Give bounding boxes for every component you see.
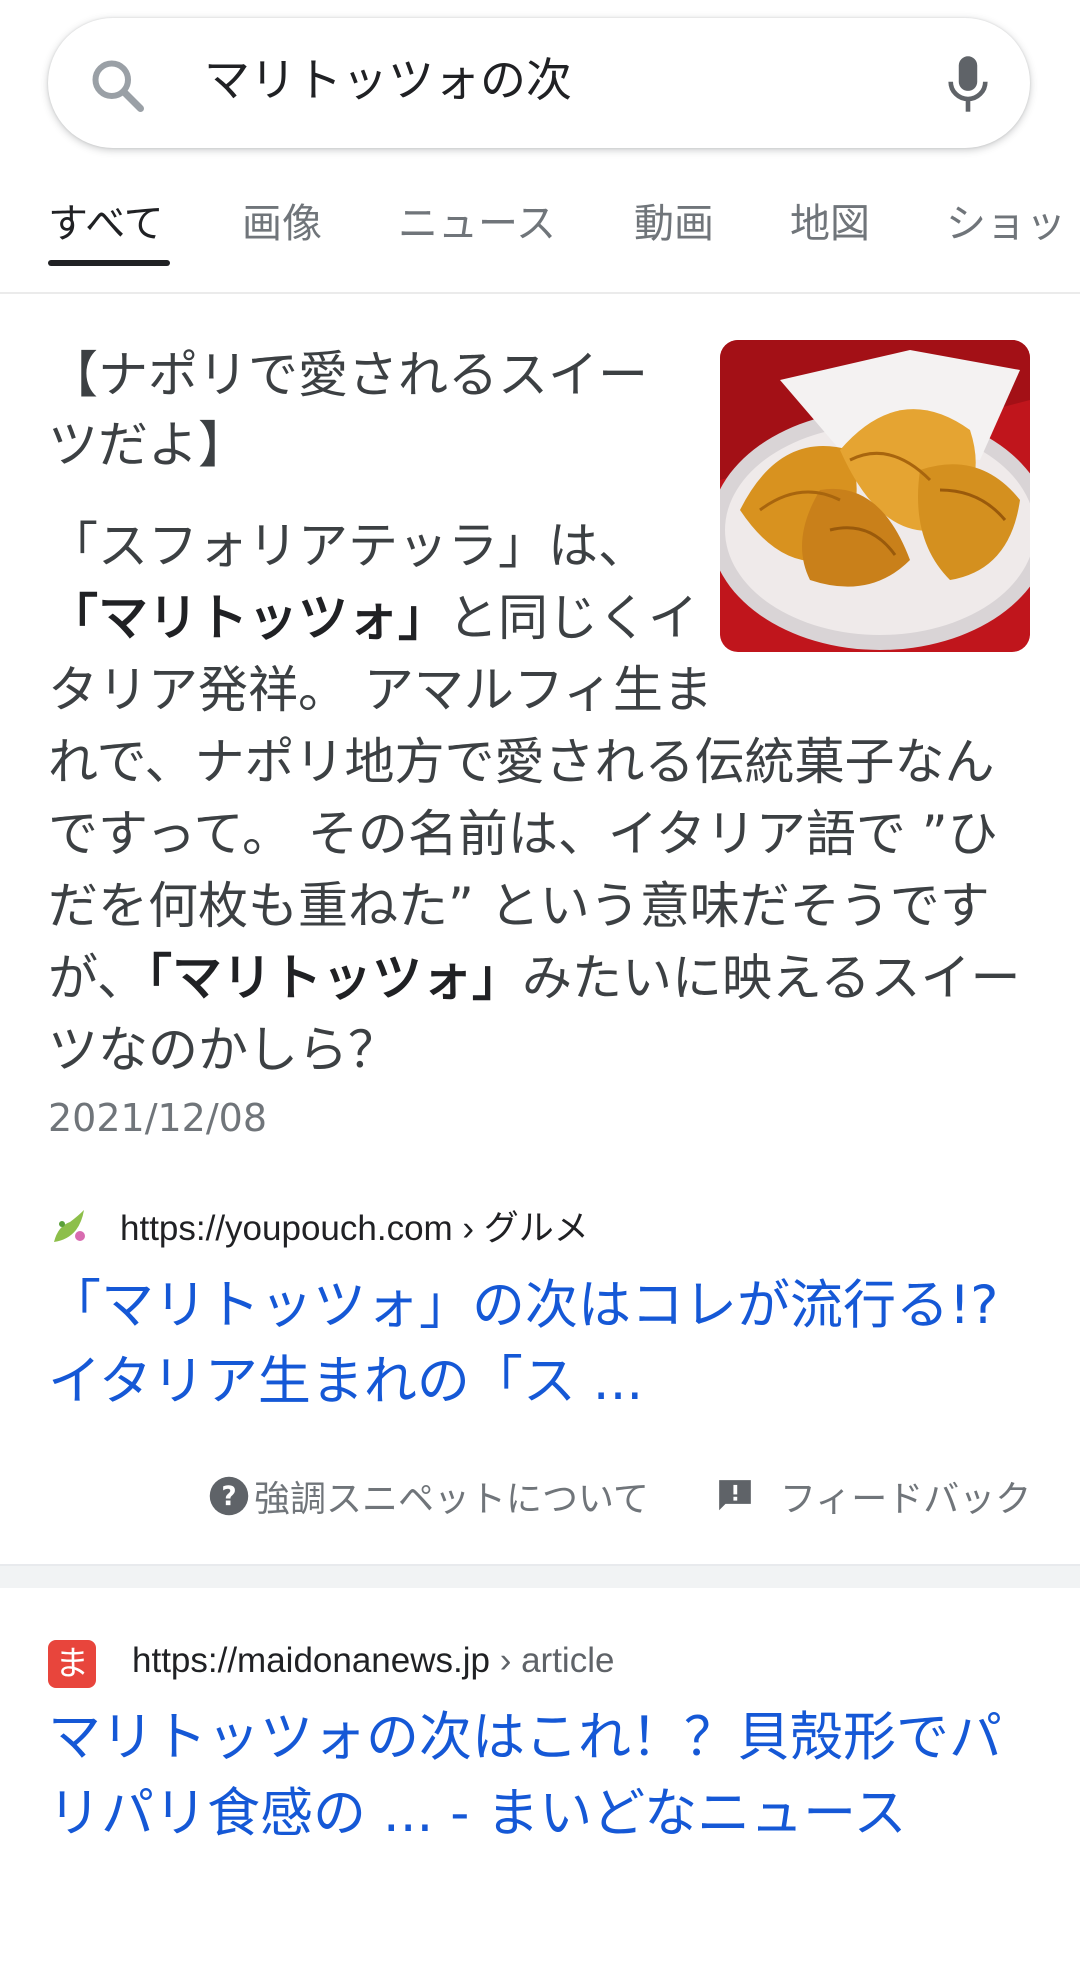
help-icon: ? xyxy=(209,1476,249,1516)
snippet-text: 「スフォリアテッラ」は、 xyxy=(48,517,648,575)
result-title-link[interactable]: 「マリトッツォ」の次はコレが流行る!? イタリア生まれの「ス ... xyxy=(48,1268,1038,1420)
snippet-bold-text: 「マリトッツォ」 xyxy=(48,589,448,647)
snippet-date: 2021/12/08 xyxy=(48,1096,268,1140)
result-source-url[interactable]: https://youpouch.com › グルメ xyxy=(120,1204,589,1254)
about-featured-snippets[interactable]: ? 強調スニペットについて xyxy=(208,1466,649,1526)
svg-text:?: ? xyxy=(221,1482,236,1512)
feedback-icon xyxy=(719,1480,751,1511)
active-tab-indicator xyxy=(48,260,170,266)
snippet-heading: 【ナポリで愛されるスイーツだよ】 xyxy=(48,346,648,474)
youpouch-favicon-icon xyxy=(54,1210,85,1242)
search-tabs: すべて 画像 ニュース 動画 地図 ショッ xyxy=(0,150,1080,290)
tabs-divider xyxy=(0,292,1080,294)
feedback-button[interactable]: フィードバック xyxy=(716,1466,1031,1526)
section-divider xyxy=(0,1564,1080,1588)
tab-videos[interactable]: 動画 xyxy=(634,196,714,252)
tab-all[interactable]: すべて xyxy=(48,196,164,252)
maidonanews-favicon-icon: ま xyxy=(48,1640,96,1688)
search-icon[interactable] xyxy=(88,56,148,116)
tab-news[interactable]: ニュース xyxy=(398,196,556,252)
result-title-link[interactable]: マリトッツォの次はこれ！？貝殻形でパリパリ食感の ... - まいどなニュース xyxy=(48,1700,1038,1852)
tab-shopping[interactable]: ショッ xyxy=(946,196,1066,252)
search-input[interactable]: マリトッツォの次 xyxy=(204,46,572,114)
snippet-body: 「スフォリアテッラ」は、「マリトッツォ」と同じくイタリア発祥。 アマルフィ生まれ… xyxy=(48,510,1038,1086)
snippet-bold-text: 「マリトッツォ」 xyxy=(147,949,522,1007)
microphone-icon[interactable] xyxy=(940,54,996,114)
tab-maps[interactable]: 地図 xyxy=(790,196,870,252)
image-spacer xyxy=(718,510,1038,660)
result-source-url[interactable]: https://maidonanews.jp › article xyxy=(132,1636,614,1686)
about-label: 強調スニペットについて xyxy=(254,1479,649,1520)
tab-images[interactable]: 画像 xyxy=(242,196,322,252)
feedback-label: フィードバック xyxy=(780,1479,1032,1520)
